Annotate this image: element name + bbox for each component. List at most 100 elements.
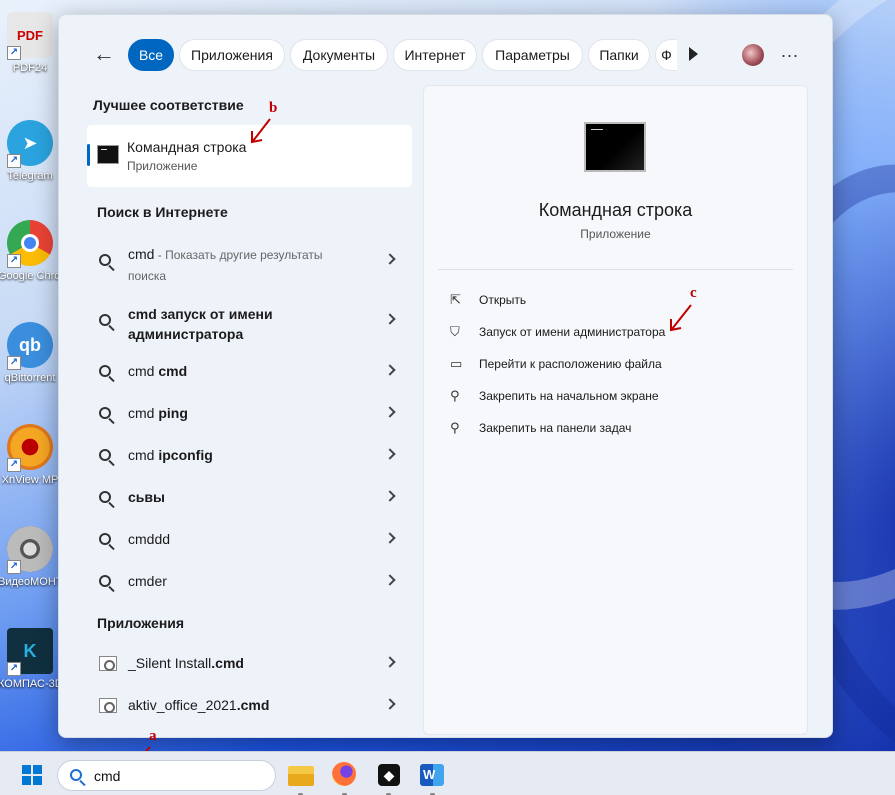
action-open-file-location[interactable]: ▭ Перейти к расположению файла	[450, 354, 780, 378]
web-result[interactable]: cmddd	[87, 519, 412, 561]
qbittorrent-icon: qb ↗	[7, 322, 53, 370]
videomontage-icon: ↗	[7, 526, 53, 574]
action-label: Открыть	[479, 293, 527, 307]
result-query: cmd	[128, 531, 155, 547]
chevron-right-icon	[384, 656, 396, 668]
best-match-heading: Лучшее соответствие	[93, 97, 244, 113]
taskbar-search-box[interactable]	[57, 760, 276, 791]
avatar[interactable]	[742, 44, 764, 66]
search-icon	[99, 314, 111, 326]
annotation-arrow-c	[670, 304, 692, 332]
search-icon	[99, 407, 111, 419]
result-query: cmd	[128, 363, 159, 379]
file-explorer-icon[interactable]	[288, 762, 314, 795]
filter-bar: ← Все Приложения Документы Интернет Пара…	[59, 39, 832, 71]
word-icon[interactable]: W	[420, 762, 446, 795]
annotation-arrow-b	[251, 118, 271, 144]
desktop-icon-telegram[interactable]: ➤ ↗ Telegram	[0, 116, 60, 206]
desktop-icon-pdf24[interactable]: PDF ↗ PDF24	[0, 8, 60, 98]
filter-chip-overflow[interactable]: Ф	[655, 39, 677, 71]
more-options-icon[interactable]: ...	[781, 41, 799, 62]
result-query-suggestion: cmd	[158, 363, 188, 379]
scroll-right-icon[interactable]	[689, 47, 698, 61]
search-icon	[99, 365, 111, 377]
chevron-right-icon	[384, 574, 396, 586]
web-result[interactable]: cmd ipconfig	[87, 435, 412, 477]
annotation-label-c: c	[690, 285, 697, 301]
result-query: cmd	[128, 573, 155, 589]
filter-chip-all[interactable]: Все	[128, 39, 174, 71]
annotation-label-a: a	[149, 728, 157, 744]
batch-file-icon	[99, 698, 117, 713]
firefox-icon[interactable]	[332, 762, 358, 795]
chevron-right-icon	[384, 698, 396, 710]
search-input[interactable]	[94, 767, 264, 785]
result-query: cmd	[128, 405, 159, 421]
action-pin-taskbar[interactable]: ⚲ Закрепить на панели задач	[450, 418, 780, 442]
web-result[interactable]: cmd - Показать другие результаты поиска	[87, 240, 412, 283]
windows-start-icon[interactable]	[22, 765, 42, 785]
web-result[interactable]: cmd ping	[87, 393, 412, 435]
web-result[interactable]: cmd запуск от имени администратора	[87, 300, 412, 342]
web-result[interactable]: cmd cmd	[87, 351, 412, 393]
app-result[interactable]: _Silent Install.cmd	[87, 643, 412, 685]
search-icon	[99, 533, 111, 545]
action-label: Закрепить на начальном экране	[479, 389, 659, 403]
desktop-icon-chrome[interactable]: ↗ Google Chrome	[0, 216, 62, 306]
desktop-icon-videomontage[interactable]: ↗ ВидеоМОНТАЖ	[0, 522, 62, 612]
telegram-icon: ➤ ↗	[7, 120, 53, 168]
app-extension: .cmd	[236, 697, 270, 713]
search-icon	[99, 491, 111, 503]
action-run-as-admin[interactable]: ⛉ Запуск от имени администратора	[450, 322, 780, 346]
command-prompt-icon	[584, 122, 646, 172]
filter-chip-folders[interactable]: Папки	[588, 39, 650, 71]
app-result[interactable]: aktiv_office_2021.cmd	[87, 685, 412, 727]
desktop-icon-label: КОМПАС-3D v22 Учебная	[0, 678, 62, 690]
desktop-icon-kompas[interactable]: K↗ КОМПАС-3D v22 Учебная	[0, 624, 62, 714]
best-match-subtitle: Приложение	[127, 159, 198, 173]
chevron-right-icon	[384, 253, 396, 265]
chevron-right-icon	[384, 490, 396, 502]
shield-admin-icon: ⛉	[450, 324, 460, 339]
back-arrow-icon[interactable]: ←	[93, 43, 119, 67]
desktop-icon-label: XnView MP	[1, 474, 59, 486]
chevron-right-icon	[384, 313, 396, 325]
search-panel: ← Все Приложения Документы Интернет Пара…	[58, 14, 833, 738]
action-label: Закрепить на панели задач	[479, 421, 632, 435]
filter-chip-documents[interactable]: Документы	[290, 39, 388, 71]
selection-indicator	[87, 144, 90, 166]
web-result[interactable]: cmder	[87, 561, 412, 603]
web-search-heading: Поиск в Интернете	[97, 204, 228, 220]
filter-chip-settings[interactable]: Параметры	[482, 39, 583, 71]
pin-icon: ⚲	[450, 420, 460, 435]
action-pin-start[interactable]: ⚲ Закрепить на начальном экране	[450, 386, 780, 410]
search-icon	[99, 254, 111, 266]
desktop-icon-xnview[interactable]: ↗ XnView MP	[0, 420, 60, 510]
filter-chip-internet[interactable]: Интернет	[393, 39, 477, 71]
desktop-icon-qbittorrent[interactable]: qb ↗ qBittorrent	[0, 318, 60, 408]
chevron-right-icon	[384, 532, 396, 544]
result-query-line2: администратора	[128, 326, 244, 342]
desktop-icon-label: ВидеоМОНТАЖ	[0, 576, 62, 588]
desktop-icon-label: Google Chrome	[0, 270, 62, 282]
result-query: cmd запуск от имени	[128, 306, 273, 322]
action-open[interactable]: ⇱ Открыть	[450, 290, 780, 314]
xnview-icon: ↗	[7, 424, 53, 472]
search-icon	[99, 449, 111, 461]
app-extension: .cmd	[211, 655, 244, 671]
open-external-icon: ⇱	[450, 292, 461, 307]
batch-file-icon	[99, 656, 117, 671]
chevron-right-icon	[384, 448, 396, 460]
command-prompt-icon	[97, 145, 119, 164]
web-result[interactable]: сьвы	[87, 477, 412, 519]
detail-subtitle: Приложение	[580, 227, 651, 241]
capcut-icon[interactable]: ◆	[376, 762, 402, 795]
taskbar: ◆ W	[0, 751, 895, 795]
chrome-icon: ↗	[7, 220, 53, 268]
kompas-icon: K ↗	[7, 628, 53, 676]
filter-chip-apps[interactable]: Приложения	[179, 39, 285, 71]
chevron-right-icon	[384, 406, 396, 418]
desktop-icon-label: Telegram	[7, 170, 53, 182]
desktop-icon-label: PDF24	[12, 62, 48, 74]
folder-icon: ▭	[450, 356, 463, 371]
